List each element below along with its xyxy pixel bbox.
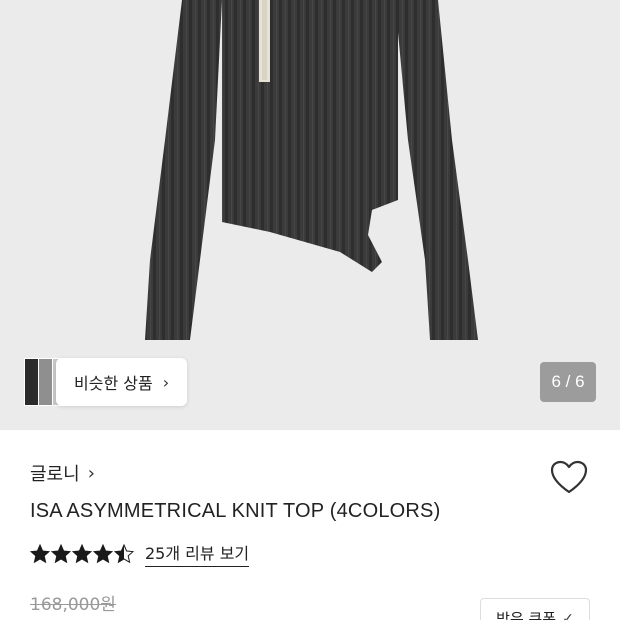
star-full-icon (72, 543, 92, 563)
star-rating (30, 543, 135, 564)
brand-link[interactable]: 글로니 › (30, 460, 95, 486)
product-title: ISA ASYMMETRICAL KNIT TOP (4COLORS) (30, 500, 441, 522)
product-info: 글로니 › ISA ASYMMETRICAL KNIT TOP (4COLORS… (0, 430, 620, 620)
similar-products-button[interactable]: 비슷한 상품 › (56, 358, 188, 406)
product-image-gallery[interactable]: 비슷한 상품 › 6 / 6 (0, 0, 620, 430)
coupon-label: 받은 쿠폰 (496, 609, 557, 620)
brand-name: 글로니 (30, 464, 80, 485)
coupon-button[interactable]: 받은 쿠폰 ✓ (480, 598, 590, 620)
review-link[interactable]: 25개 리뷰 보기 (145, 540, 250, 567)
heart-icon[interactable] (550, 460, 588, 496)
original-price: 168,000원 (30, 595, 116, 615)
image-page-counter: 6 / 6 (540, 362, 596, 402)
star-full-icon (30, 543, 50, 563)
similar-products[interactable]: 비슷한 상품 › (24, 358, 188, 406)
similar-products-label: 비슷한 상품 (74, 374, 153, 393)
star-full-icon (51, 543, 71, 563)
star-half-icon (114, 543, 134, 563)
chevron-right-icon: › (87, 462, 95, 484)
rating-row: 25개 리뷰 보기 (30, 540, 250, 567)
check-icon: ✓ (562, 609, 574, 620)
chevron-right-icon: › (162, 372, 170, 392)
star-full-icon (93, 543, 113, 563)
